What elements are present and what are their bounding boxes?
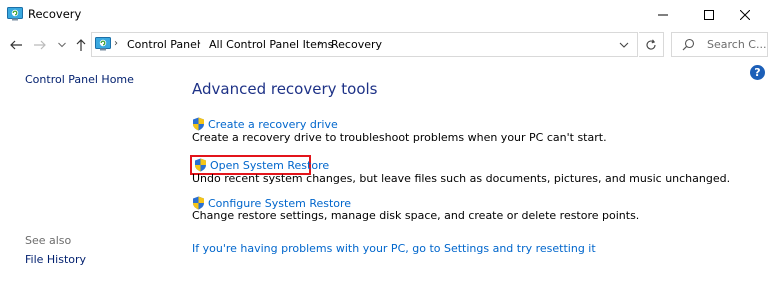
search-icon (682, 38, 695, 51)
address-bar[interactable]: › Control Panel › All Control Panel Item… (91, 32, 638, 57)
chevron-down-icon (58, 42, 66, 48)
search-input[interactable]: Search C... (707, 38, 766, 51)
title-bar: Recovery (0, 0, 768, 29)
link-label[interactable]: Configure System Restore (208, 197, 351, 210)
arrow-up-icon (76, 39, 86, 51)
uac-shield-icon (193, 196, 204, 210)
breadcrumb-control-panel[interactable]: Control Panel (127, 38, 200, 51)
uac-shield-icon (193, 117, 204, 131)
reset-pc-settings-link[interactable]: If you're having problems with your PC, … (192, 242, 596, 255)
breadcrumb-recovery[interactable]: Recovery (331, 38, 382, 51)
refresh-icon (646, 38, 656, 50)
create-recovery-drive-description: Create a recovery drive to troubleshoot … (192, 131, 607, 144)
window-title: Recovery (28, 7, 82, 21)
link-label[interactable]: Create a recovery drive (208, 118, 338, 131)
see-also-label: See also (25, 234, 72, 247)
maximize-icon (704, 9, 714, 20)
open-system-restore-description: Undo recent system changes, but leave fi… (192, 172, 731, 185)
arrow-left-icon (10, 40, 22, 50)
page-title: Advanced recovery tools (192, 80, 378, 98)
up-button[interactable] (71, 35, 91, 55)
search-box[interactable]: Search C... (671, 32, 768, 57)
chevron-down-icon[interactable] (617, 38, 631, 52)
uac-shield-icon (195, 158, 206, 172)
breadcrumb-separator-icon[interactable]: › (318, 38, 322, 49)
help-icon[interactable]: ? (750, 65, 765, 80)
configure-system-restore-link[interactable]: Configure System Restore (192, 196, 351, 210)
recent-locations-button[interactable] (52, 35, 72, 55)
arrow-right-icon (34, 40, 46, 50)
close-button[interactable] (722, 0, 768, 29)
breadcrumb-all-items[interactable]: All Control Panel Items (209, 38, 333, 51)
breadcrumb-separator-icon[interactable]: › (197, 38, 201, 49)
link-label[interactable]: Open System Restore (210, 159, 329, 172)
back-button[interactable] (6, 35, 26, 55)
control-panel-home-link[interactable]: Control Panel Home (25, 73, 134, 86)
file-history-link[interactable]: File History (25, 253, 86, 266)
recovery-app-icon (7, 7, 23, 21)
minimize-button[interactable] (640, 0, 686, 29)
breadcrumb-separator-icon[interactable]: › (114, 38, 118, 49)
forward-button[interactable] (30, 35, 50, 55)
configure-system-restore-description: Change restore settings, manage disk spa… (192, 209, 640, 222)
refresh-button[interactable] (639, 32, 664, 57)
minimize-icon (658, 14, 668, 15)
close-icon (740, 9, 750, 20)
control-panel-icon (95, 37, 111, 51)
navigation-bar: › Control Panel › All Control Panel Item… (0, 29, 768, 61)
create-recovery-drive-link[interactable]: Create a recovery drive (192, 117, 338, 131)
